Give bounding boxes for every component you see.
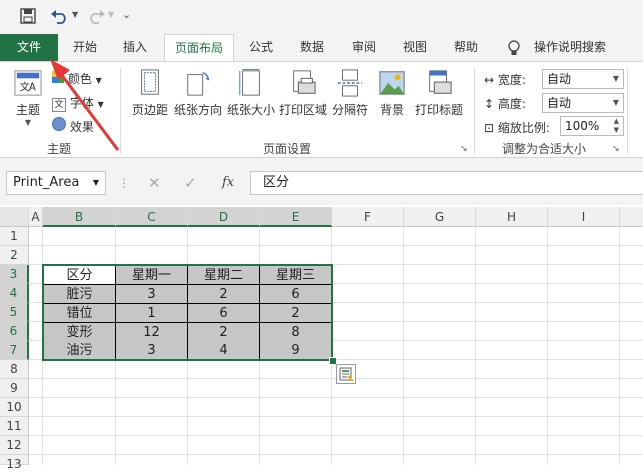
annotation-arrow (50, 59, 120, 151)
